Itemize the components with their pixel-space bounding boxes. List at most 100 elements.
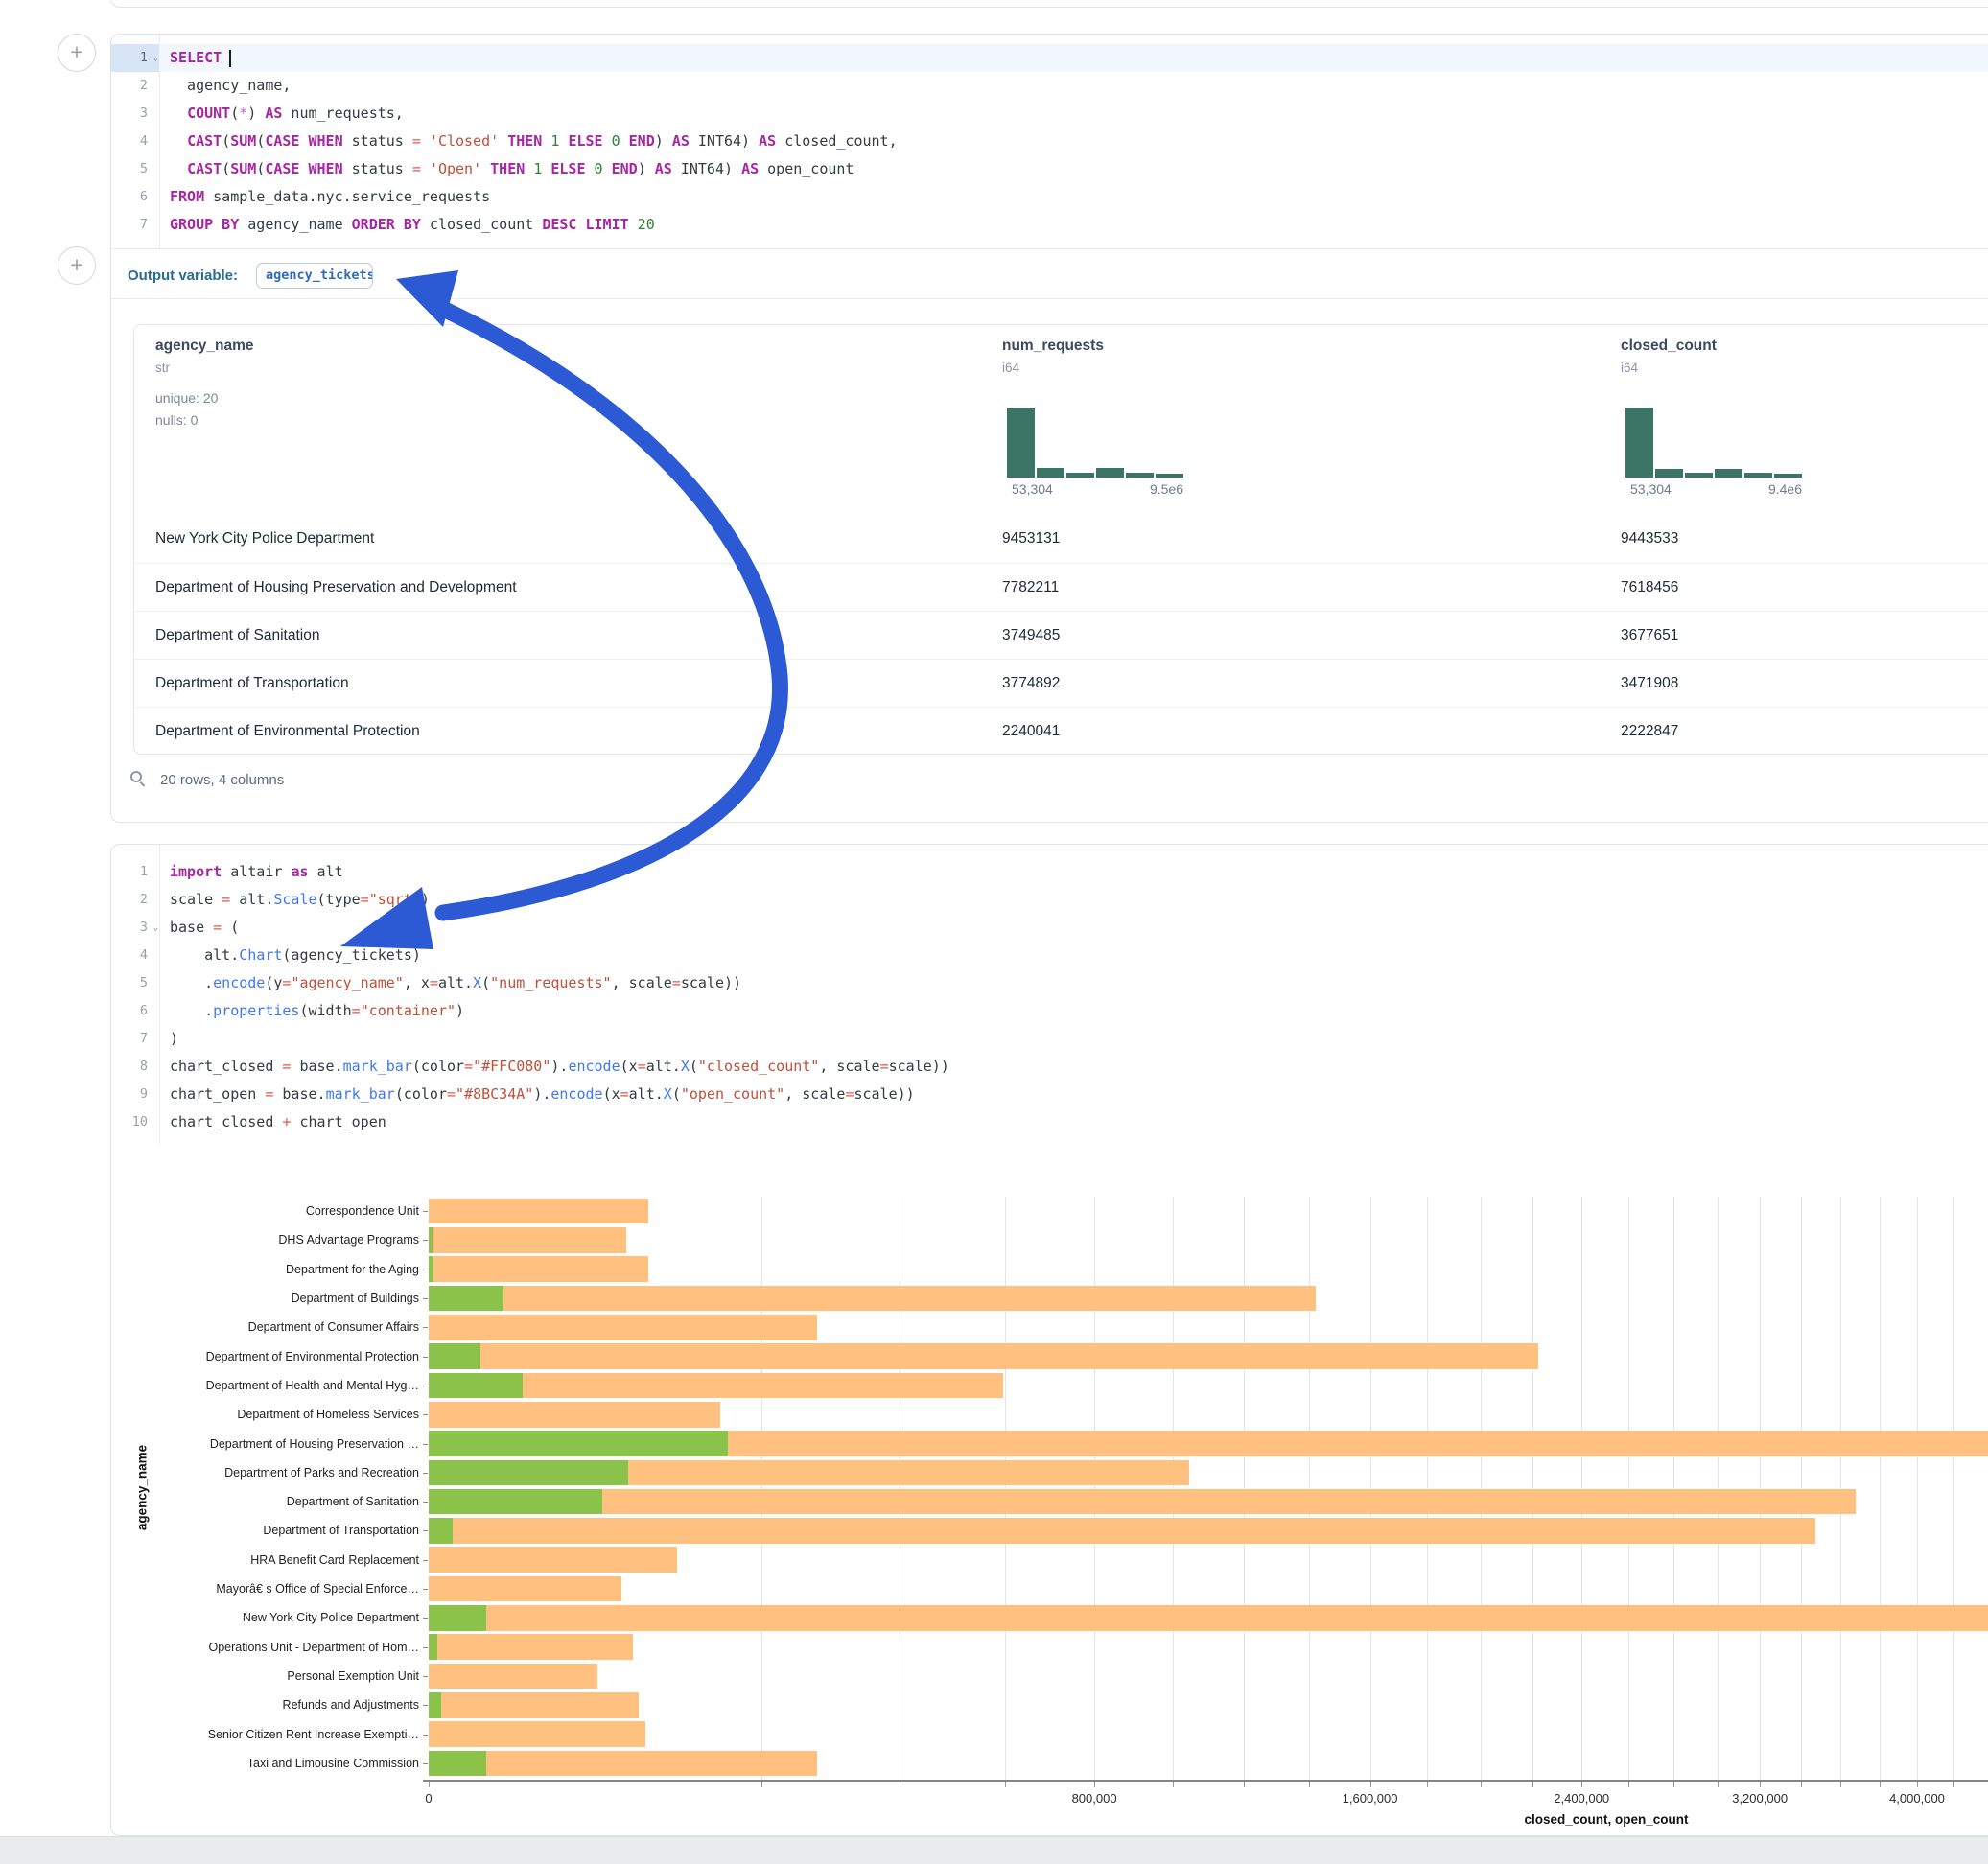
code-text: chart_closed = base.mark_bar(color="#FFC… <box>159 1053 949 1081</box>
code-text: agency_name, <box>159 72 291 100</box>
table-summary: 20 rows, 4 columns <box>160 772 284 788</box>
code-text: GROUP BY agency_name ORDER BY closed_cou… <box>159 211 655 239</box>
python-cell-card: 1import altair as alt2scale = alt.Scale(… <box>110 844 1988 1836</box>
page-bottom-strip <box>0 1836 1988 1864</box>
table-row[interactable]: Department of Environmental Protection 22… <box>134 707 1988 755</box>
code-text: ) <box>159 1025 178 1053</box>
divider <box>111 248 1988 249</box>
code-line[interactable]: 5 .encode(y="agency_name", x=alt.X("num_… <box>111 969 1988 997</box>
code-line[interactable]: 1import altair as alt <box>111 858 1988 886</box>
code-line[interactable]: 1⌄SELECT <box>111 44 1988 72</box>
line-number: 3⌄ <box>111 914 159 942</box>
divider <box>111 298 1988 299</box>
code-line[interactable]: 7GROUP BY agency_name ORDER BY closed_co… <box>111 211 1988 239</box>
column-meta: nulls: 0 <box>155 412 198 428</box>
code-text: COUNT(*) AS num_requests, <box>159 100 404 128</box>
sql-cell-card: 1⌄SELECT2 agency_name,3 COUNT(*) AS num_… <box>110 34 1988 823</box>
column-type: i64 <box>1621 361 1638 375</box>
table-cell: 3774892 <box>1002 660 1060 707</box>
column-type: i64 <box>1002 361 1019 375</box>
code-line[interactable]: 9chart_open = base.mark_bar(color="#8BC3… <box>111 1081 1988 1108</box>
line-number: 2 <box>111 886 159 914</box>
column-header-closed_count[interactable]: closed_count <box>1621 338 1717 355</box>
line-number: 6 <box>111 997 159 1025</box>
table-row[interactable]: New York City Police Department945313194… <box>134 515 1988 563</box>
line-number: 1⌄ <box>111 44 159 72</box>
code-line[interactable]: 3⌄base = ( <box>111 914 1988 942</box>
code-text: base = ( <box>159 914 239 942</box>
code-line[interactable]: 6 .properties(width="container") <box>111 997 1988 1025</box>
text-cursor <box>229 50 231 67</box>
code-line[interactable]: 4 alt.Chart(agency_tickets) <box>111 942 1988 969</box>
histogram-bar <box>1744 473 1772 478</box>
code-text: alt.Chart(agency_tickets) <box>159 942 421 969</box>
table-cell: 9453131 <box>1002 515 1060 562</box>
python-editor[interactable]: 1import altair as alt2scale = alt.Scale(… <box>111 858 1988 1136</box>
code-line[interactable]: 7) <box>111 1025 1988 1053</box>
column-histogram <box>1007 407 1185 478</box>
add-cell-button-output[interactable]: + <box>58 246 96 285</box>
table-cell: Department of Environmental Protection <box>155 708 420 755</box>
table-cell: 7782211 <box>1002 564 1059 611</box>
line-number: 1 <box>111 858 159 886</box>
line-number: 4 <box>111 942 159 969</box>
histogram-bar <box>1007 408 1035 478</box>
previous-cell-edge <box>110 0 1988 8</box>
code-text: chart_open = base.mark_bar(color="#8BC34… <box>159 1081 915 1108</box>
histogram-bar <box>1156 474 1183 478</box>
line-number: 2 <box>111 72 159 100</box>
code-line[interactable]: 10chart_closed + chart_open <box>111 1108 1988 1136</box>
line-number: 8 <box>111 1053 159 1081</box>
line-number: 7 <box>111 1025 159 1053</box>
table-row[interactable]: Department of Housing Preservation and D… <box>134 563 1988 611</box>
table-cell: Department of Transportation <box>155 660 349 707</box>
code-line[interactable]: 4 CAST(SUM(CASE WHEN status = 'Closed' T… <box>111 128 1988 155</box>
search-icon[interactable] <box>130 771 148 788</box>
add-cell-button-top[interactable]: + <box>58 34 96 72</box>
column-type: str <box>155 361 170 375</box>
code-line[interactable]: 6FROM sample_data.nyc.service_requests <box>111 183 1988 211</box>
table-cell: 9443533 <box>1621 515 1678 562</box>
table-cell: 3471908 <box>1621 660 1678 707</box>
output-variable-pill[interactable]: agency_tickets <box>256 263 373 289</box>
histogram-bar <box>1625 408 1653 478</box>
histogram-bar <box>1774 474 1802 478</box>
fold-chevron-icon[interactable]: ⌄ <box>153 915 158 943</box>
code-line[interactable]: 3 COUNT(*) AS num_requests, <box>111 100 1988 128</box>
table-row[interactable]: Department of Sanitation37494853677651 <box>134 611 1988 659</box>
line-number: 4 <box>111 128 159 155</box>
code-text: scale = alt.Scale(type="sqrt") <box>159 886 430 914</box>
table-row[interactable]: Department of Transportation 3774892 34719… <box>134 659 1988 707</box>
code-line[interactable]: 8chart_closed = base.mark_bar(color="#FF… <box>111 1053 1988 1081</box>
line-number: 6 <box>111 183 159 211</box>
histogram-bar <box>1066 473 1094 478</box>
results-table: agency_namestr unique: 20 nulls: 0 num_requ… <box>133 324 1988 755</box>
column-histogram <box>1625 407 1804 478</box>
column-meta: unique: 20 <box>155 390 218 406</box>
code-text: .properties(width="container") <box>159 997 464 1025</box>
histogram-bar <box>1715 469 1742 478</box>
line-number: 5 <box>111 969 159 997</box>
code-text: import altair as alt <box>159 858 343 886</box>
code-line[interactable]: 2 agency_name, <box>111 72 1988 100</box>
fold-chevron-icon[interactable]: ⌄ <box>153 45 158 73</box>
histogram-max-label: 9.4e6 <box>1625 481 1802 497</box>
output-variable-label: Output variable: <box>128 268 238 284</box>
table-cell: 2222847 <box>1621 708 1678 755</box>
table-cell: 7618456 <box>1621 564 1678 611</box>
line-number: 9 <box>111 1081 159 1108</box>
column-header-agency_name[interactable]: agency_name <box>155 338 254 355</box>
table-cell: 3677651 <box>1621 612 1678 659</box>
table-cell: 3749485 <box>1002 612 1060 659</box>
code-text: CAST(SUM(CASE WHEN status = 'Open' THEN … <box>159 155 854 183</box>
code-text: CAST(SUM(CASE WHEN status = 'Closed' THE… <box>159 128 898 155</box>
code-line[interactable]: 5 CAST(SUM(CASE WHEN status = 'Open' THE… <box>111 155 1988 183</box>
code-text: SELECT <box>159 44 231 72</box>
sql-editor[interactable]: 1⌄SELECT2 agency_name,3 COUNT(*) AS num_… <box>111 44 1988 239</box>
column-header-num_requests[interactable]: num_requests <box>1002 338 1104 355</box>
code-text: .encode(y="agency_name", x=alt.X("num_re… <box>159 969 741 997</box>
table-footer: 20 rows, 4 columns <box>130 771 284 788</box>
table-cell: 2240041 <box>1002 708 1060 755</box>
code-text: FROM sample_data.nyc.service_requests <box>159 183 490 211</box>
code-line[interactable]: 2scale = alt.Scale(type="sqrt") <box>111 886 1988 914</box>
